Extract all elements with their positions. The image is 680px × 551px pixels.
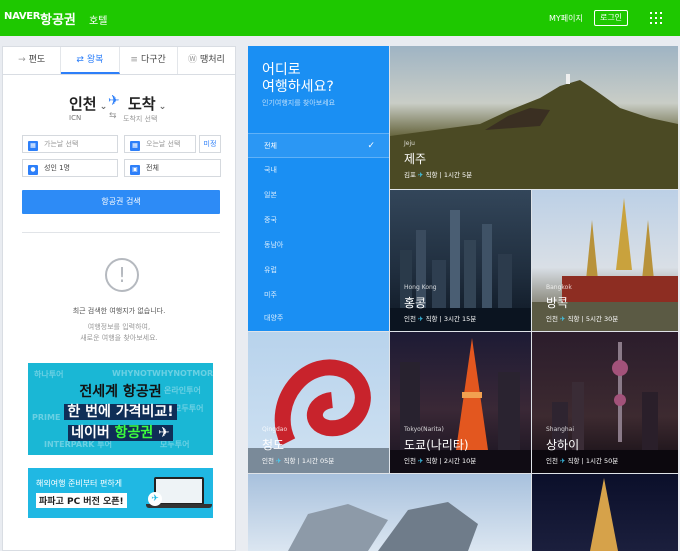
undecided-button[interactable]: 미정 (199, 135, 221, 153)
departure-city[interactable]: 인천 ⌄ (69, 93, 107, 114)
airplane-icon: ✈ (158, 425, 170, 441)
return-date-field[interactable]: ▦ 오는날 선택 (124, 135, 196, 153)
passenger-field[interactable]: ● 성인 1명 (22, 159, 118, 177)
depart-date-field[interactable]: ▦ 가는날 선택 (22, 135, 118, 153)
seat-icon: ▣ (130, 165, 140, 175)
destination-subtitle: 인기여행지를 찾아보세요 (262, 99, 336, 107)
destination-tile-qingdao[interactable]: Qingdao 청도 인천 ✈ 직항 | 1시간 05분 (248, 332, 389, 473)
airplane-icon: ✈ (560, 315, 566, 323)
eiffel-tower (590, 478, 618, 551)
banner-line-2: 한 번에 가격비교! (28, 401, 213, 421)
airplane-icon: ✈ (418, 171, 424, 179)
login-button[interactable]: 로그인 (594, 10, 628, 26)
arrival-city[interactable]: 도착 ⌄ (128, 93, 166, 114)
destination-area: 어디로 여행하세요? 인기여행지를 찾아보세요 전체 ✓ 국내 일본 중국 동남아… (248, 46, 678, 551)
service-logo[interactable]: 항공권 (40, 9, 76, 28)
exclamation-icon: ! (105, 258, 139, 292)
empty-history-title: 최근 검색한 여행지가 없습니다. (72, 307, 166, 315)
destination-tile-jeju[interactable]: Jeju 제주 김포 ✈ 직항 | 1시간 5분 (390, 46, 678, 189)
region-all[interactable]: 전체 ✓ (248, 133, 389, 158)
destination-tile-partial-1[interactable] (248, 474, 531, 551)
person-icon: ● (28, 165, 38, 175)
price-compare-banner[interactable]: 하나투어 WHYNOT WHYNOTMORE 온라인투어 모두투어 PRIME … (28, 363, 213, 455)
region-domestic[interactable]: 국내 (248, 158, 389, 183)
papago-banner-line-1: 해외여행 준비부터 편하게 (36, 479, 123, 488)
discount-icon: Ⓦ (187, 55, 197, 65)
papago-banner[interactable]: 해외여행 준비부터 편하게 파파고 PC 버전 오픈! ✈ (28, 468, 213, 518)
departure-code: ICN (69, 114, 82, 122)
swap-icon[interactable]: ⇆ (109, 111, 117, 121)
region-americas[interactable]: 미주 (248, 283, 389, 308)
apps-grid-icon[interactable] (650, 12, 662, 24)
airplane-icon: ✈ (418, 315, 424, 323)
check-icon: ✓ (367, 141, 375, 151)
destination-title: 어디로 여행하세요? (262, 62, 334, 95)
tab-multi-city[interactable]: ≡ 다구간 (120, 47, 178, 74)
mypage-link[interactable]: MY페이지 (549, 13, 583, 24)
region-southeast-asia[interactable]: 동남아 (248, 233, 389, 258)
naver-logo[interactable]: NAVER (4, 11, 41, 22)
seat-class-field[interactable]: ▣ 전체 (124, 159, 221, 177)
papago-banner-line-2: 파파고 PC 버전 오픈! (36, 493, 127, 508)
chevron-down-icon: ⌄ (96, 102, 108, 112)
airplane-icon: ✈ (418, 457, 424, 465)
calendar-icon: ▦ (130, 141, 140, 151)
round-trip-icon: ⇄ (76, 55, 84, 65)
airplane-icon: ✈ (276, 457, 282, 465)
tab-one-way[interactable]: → 편도 (3, 47, 62, 74)
region-china[interactable]: 중국 (248, 208, 389, 233)
destination-tile-hong-kong[interactable]: Hong Kong 홍콩 인천 ✈ 직항 | 3시간 15분 (390, 190, 531, 331)
destination-tile-bangkok[interactable]: Bangkok 방콕 인천 ✈ 직항 | 5시간 30분 (532, 190, 678, 331)
tab-last-minute[interactable]: Ⓦ 땡처리 (178, 47, 235, 74)
destination-tile-partial-2[interactable] (532, 474, 678, 551)
destination-tile-shanghai[interactable]: Shanghai 상하이 인천 ✈ 직항 | 1시간 50분 (532, 332, 678, 473)
empty-history-sub: 여행정보를 입력하여, 새로운 여행을 찾아보세요. (80, 323, 158, 342)
jeju-landscape (390, 74, 678, 189)
divider (22, 232, 220, 233)
region-oceania[interactable]: 대양주 (248, 306, 389, 331)
region-japan[interactable]: 일본 (248, 183, 389, 208)
arrival-hint: 도착지 선택 (123, 115, 158, 123)
chevron-down-icon: ⌄ (155, 102, 167, 112)
top-bar: NAVER 항공권 호텔 MY페이지 로그인 (0, 0, 680, 36)
airplane-icon: ✈ (560, 457, 566, 465)
region-europe[interactable]: 유럽 (248, 258, 389, 283)
banner-line-3: 네이버 항공권 ✈ (28, 422, 213, 442)
hotel-link[interactable]: 호텔 (89, 12, 107, 27)
tab-round-trip[interactable]: ⇄ 왕복 (61, 47, 120, 74)
multi-city-icon: ≡ (130, 55, 138, 65)
arrow-right-icon: → (18, 55, 26, 65)
flight-search-button[interactable]: 항공권 검색 (22, 190, 220, 214)
trip-type-tabs: → 편도 ⇄ 왕복 ≡ 다구간 Ⓦ 땡처리 (3, 47, 235, 75)
modern-building (288, 502, 478, 551)
banner-line-1: 전세계 항공권 (79, 384, 162, 400)
destination-tile-tokyo[interactable]: Tokyo(Narita) 도쿄(나리타) 인천 ✈ 직항 | 2시간 10분 (390, 332, 531, 473)
destination-nav: 어디로 여행하세요? 인기여행지를 찾아보세요 전체 ✓ 국내 일본 중국 동남아… (248, 46, 389, 331)
calendar-icon: ▦ (28, 141, 38, 151)
airplane-icon: ✈ (108, 93, 120, 109)
search-panel: → 편도 ⇄ 왕복 ≡ 다구간 Ⓦ 땡처리 인천 ⌄ ICN ✈ 도착 ⌄ ⇆ 도착지 … (2, 46, 236, 551)
airplane-icon: ✈ (148, 492, 162, 506)
